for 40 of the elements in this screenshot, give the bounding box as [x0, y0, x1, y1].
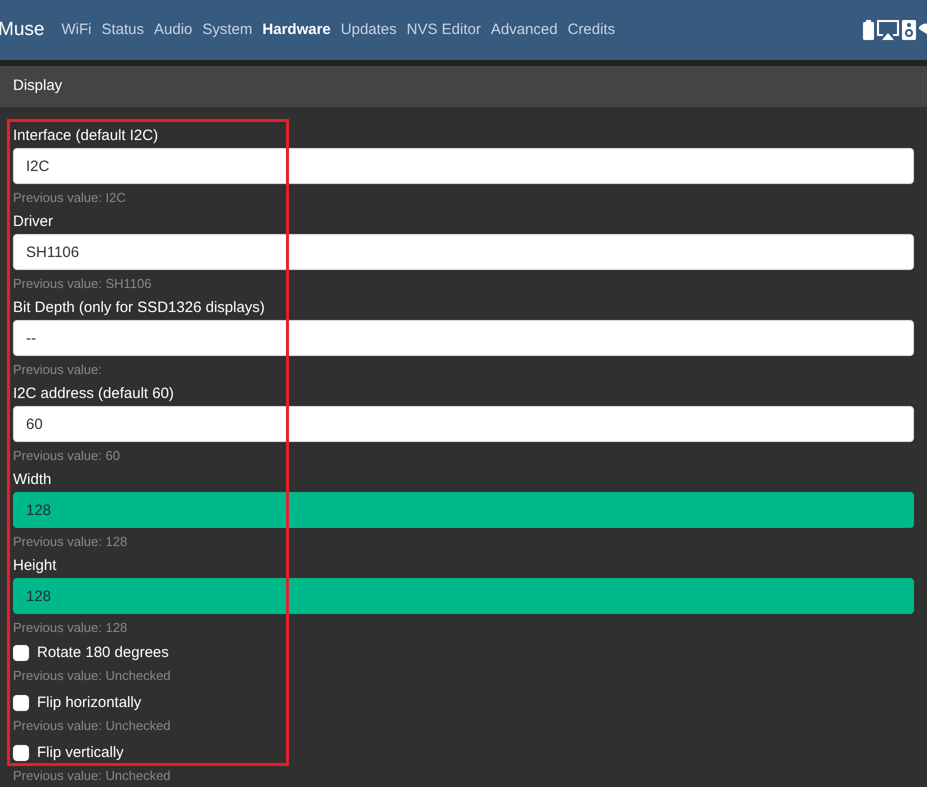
nav-tab[interactable]: Updates: [336, 18, 402, 42]
previous-value: Previous value: 60: [13, 448, 121, 465]
nav-tab[interactable]: Credits: [562, 18, 620, 42]
previous-value: Previous value: Unchecked: [13, 668, 172, 685]
nav-tab[interactable]: Audio: [149, 18, 198, 42]
previous-value: Previous value: Unchecked: [13, 768, 172, 785]
field-label: Width: [13, 470, 52, 490]
screen-cast-icon: [877, 20, 899, 40]
nav-tab[interactable]: NVS Editor: [402, 18, 486, 42]
nav-tab[interactable]: Status: [96, 18, 149, 42]
nav-tab[interactable]: Advanced: [486, 18, 563, 42]
previous-value: Previous value: SH1106: [13, 276, 153, 293]
battery-icon: [863, 20, 874, 40]
previous-value: Previous value: Unchecked: [13, 718, 172, 735]
speaker-icon: [902, 20, 916, 40]
checkbox[interactable]: [13, 645, 29, 661]
section-title: Display: [13, 76, 62, 96]
checkbox[interactable]: [13, 745, 29, 761]
previous-value: Previous value: I2C: [13, 190, 127, 207]
field-label: Bit Depth (only for SSD1326 displays): [13, 298, 266, 318]
previous-value: Previous value: 128: [13, 620, 128, 637]
field-label: Driver: [13, 212, 54, 232]
nav-tab[interactable]: Hardware: [257, 18, 336, 42]
input-field[interactable]: I2C: [13, 148, 914, 184]
checkbox-label: Flip vertically: [37, 742, 124, 763]
nav-tab[interactable]: WiFi: [56, 18, 96, 42]
input-field[interactable]: 60: [13, 406, 914, 442]
input-field[interactable]: SH1106: [13, 234, 914, 270]
previous-value: Previous value: 128: [13, 534, 128, 551]
nav-tab[interactable]: System: [197, 18, 258, 42]
field-label: Height: [13, 556, 58, 576]
input-field[interactable]: --: [13, 320, 914, 356]
field-label: Interface (default I2C): [13, 126, 160, 146]
checkbox-label: Flip horizontally: [37, 692, 142, 713]
checkbox[interactable]: [13, 695, 29, 711]
checkbox-label: Rotate 180 degrees: [37, 642, 169, 663]
input-field[interactable]: 128: [13, 492, 914, 528]
input-field[interactable]: 128: [13, 578, 914, 614]
previous-value: Previous value:: [13, 362, 103, 379]
field-label: I2C address (default 60): [13, 384, 175, 404]
